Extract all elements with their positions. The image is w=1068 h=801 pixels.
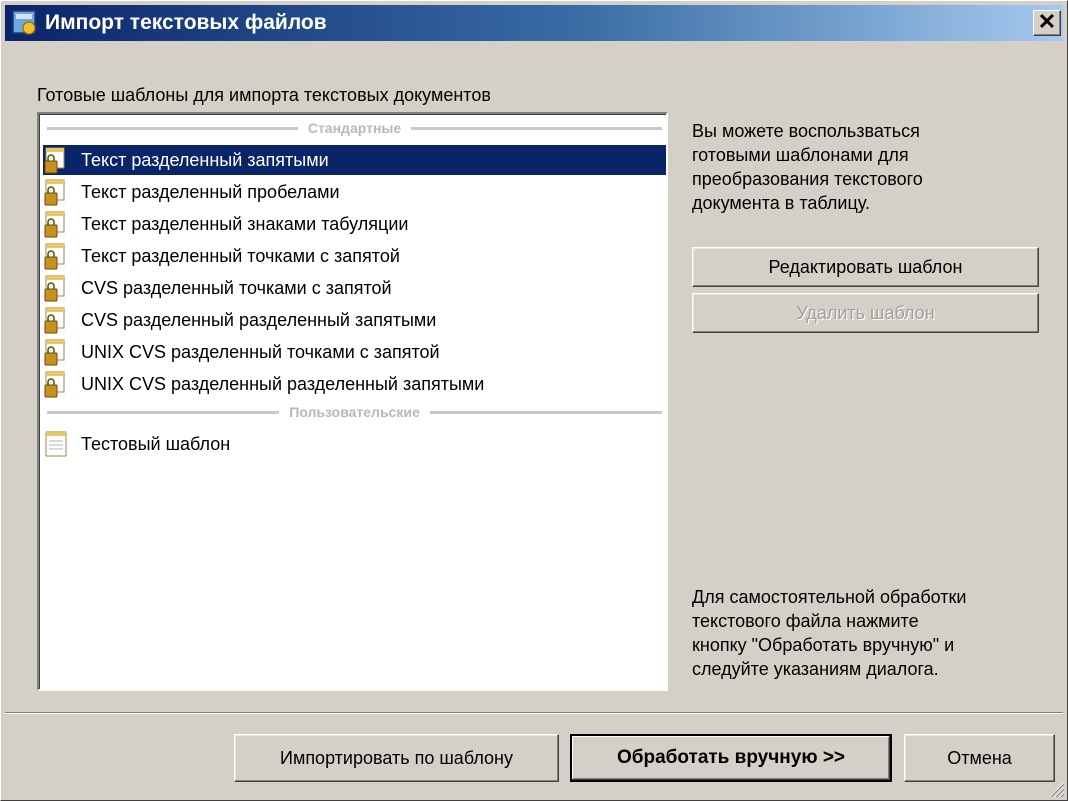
hint-line: Для самостоятельной обработки [692,587,967,607]
list-item-label: CVS разделенный точками с запятой [81,278,392,298]
list-item-template[interactable]: CVS разделенный разделенный запятыми [43,305,666,335]
close-icon: ✕ [1037,9,1057,34]
window-title: Импорт текстовых файлов [45,11,327,34]
group-header-standard: Стандартные [47,120,662,136]
list-item-template[interactable]: UNIX CVS разделенный точками с запятой [43,337,666,367]
hint-manual: Для самостоятельной обработки текстового… [692,585,966,681]
group-header-user: Пользовательские [47,404,662,420]
list-item-label: Текст разделенный пробелами [81,182,340,202]
list-item-label: Текст разделенный знаками табуляции [81,214,409,234]
import-by-template-button[interactable]: Импортировать по шаблону [234,734,559,782]
cancel-button[interactable]: Отмена [904,734,1055,782]
group-label-user: Пользовательские [289,404,420,420]
template-document-icon [45,431,67,457]
list-item-template[interactable]: Текст разделенный запятыми [43,145,666,175]
hint-line: следуйте указаниям диалога. [692,659,939,679]
group-label-standard: Стандартные [307,120,402,136]
process-manually-button[interactable]: Обработать вручную >> [570,734,892,782]
list-item-template[interactable]: Текст разделенный пробелами [43,177,666,207]
list-item-template[interactable]: Текст разделенный точками с запятой [43,241,666,271]
footer-divider [5,712,1063,714]
hint-line: документа в таблицу. [692,193,870,213]
templates-label: Готовые шаблоны для импорта текстовых до… [37,85,491,105]
list-item-label: Текст разделенный запятыми [81,150,329,170]
list-item-label: UNIX CVS разделенный точками с запятой [81,342,440,362]
import-app-icon [12,10,36,35]
list-item-label: UNIX CVS разделенный разделенный запятым… [81,374,485,394]
hint-line: кнопку "Обработать вручную" и [692,635,955,655]
templates-listbox[interactable]: Стандартные Текст разделенный запятыми Т… [37,112,668,691]
locked-template-icon [44,211,65,238]
locked-template-icon [44,339,65,366]
hint-templates: Вы можете воспользваться готовыми шаблон… [692,119,923,215]
edit-template-button[interactable]: Редактировать шаблон [692,247,1039,287]
import-dialog: Импорт текстовых файлов ✕ Готовые шаблон… [0,0,1068,801]
close-button[interactable]: ✕ [1033,10,1061,36]
hint-line: текстового файла нажмите [692,611,919,631]
locked-template-icon [44,371,65,398]
list-item-label: Тестовый шаблон [81,434,231,454]
locked-template-icon [44,307,65,334]
locked-template-icon [44,147,65,174]
list-item-template[interactable]: Тестовый шаблон [43,429,666,459]
hint-line: Вы можете воспользваться [692,121,920,141]
title-bar[interactable]: Импорт текстовых файлов ✕ [5,5,1063,41]
list-item-template[interactable]: Текст разделенный знаками табуляции [43,209,666,239]
delete-template-button[interactable]: Удалить шаблон [692,293,1039,333]
resize-grip-icon[interactable] [1047,780,1065,798]
locked-template-icon [44,179,65,206]
list-item-label: CVS разделенный разделенный запятыми [81,310,437,330]
locked-template-icon [44,275,65,302]
list-item-template[interactable]: UNIX CVS разделенный разделенный запятым… [43,369,666,399]
locked-template-icon [44,243,65,270]
list-item-template[interactable]: CVS разделенный точками с запятой [43,273,666,303]
list-item-label: Текст разделенный точками с запятой [81,246,400,266]
hint-line: готовыми шаблонами для [692,145,909,165]
hint-line: преобразования текстового [692,169,923,189]
